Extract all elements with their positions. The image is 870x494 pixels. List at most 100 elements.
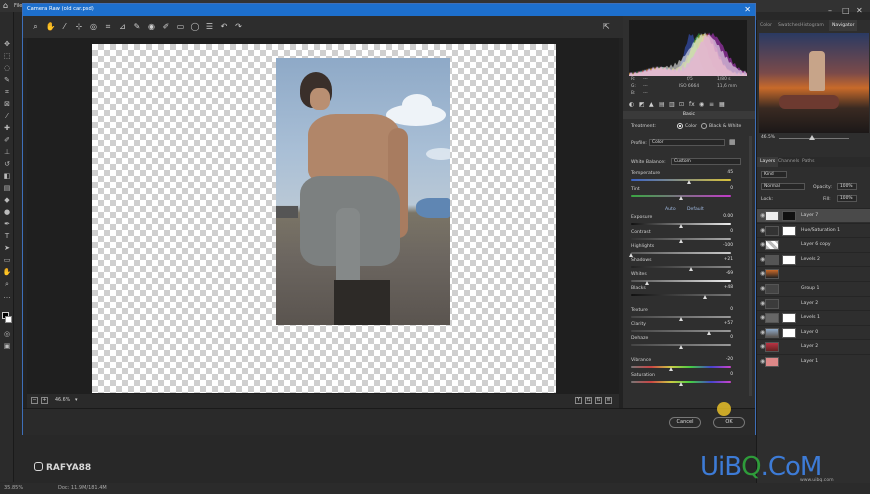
eyedropper-icon[interactable]: ⁄ [2, 112, 12, 121]
slider-thumb[interactable] [628, 253, 633, 257]
slider-thumb[interactable] [678, 239, 683, 243]
slider-thumb[interactable] [678, 224, 683, 228]
slider-thumb[interactable] [678, 196, 683, 200]
layer-row[interactable]: ◉ [757, 266, 870, 280]
zoom-icon[interactable]: ⌕ [31, 22, 40, 31]
quick-select-icon[interactable]: ✎ [2, 76, 12, 85]
clone-stamp-icon[interactable]: ⊥ [2, 148, 12, 157]
edit-toolbar-icon[interactable]: … [2, 292, 12, 301]
slider-track[interactable] [631, 252, 731, 254]
zoom-tool-icon[interactable]: ⌕ [2, 280, 12, 289]
presets-icon[interactable]: ≡ [709, 101, 714, 108]
basic-panel-icon[interactable]: ◐ [629, 101, 634, 108]
lens-corrections-icon[interactable]: ⊡ [679, 101, 684, 108]
slider-value[interactable]: 0 [715, 372, 733, 378]
hand-tool-icon[interactable]: ✋ [2, 268, 12, 277]
eraser-icon[interactable]: ◧ [2, 172, 12, 181]
healing-brush-icon[interactable]: ✚ [2, 124, 12, 133]
type-tool-icon[interactable]: T [2, 232, 12, 241]
toggle-settings-button[interactable]: ≡ [605, 397, 612, 404]
view-mode-button[interactable]: Y [575, 397, 582, 404]
layer-mask-thumbnail[interactable] [782, 211, 796, 221]
cancel-button[interactable]: Cancel [669, 417, 701, 428]
slider-thumb[interactable] [702, 295, 707, 299]
detail-icon[interactable]: ▲ [649, 101, 654, 108]
tab-color[interactable]: Color [757, 20, 775, 31]
zoom-in-button[interactable]: + [41, 397, 48, 404]
layer-row[interactable]: ◉ Group 1 [757, 281, 870, 295]
layer-row[interactable]: ◉ Levels 1 [757, 310, 870, 324]
filter-kind-dropdown[interactable]: Kind [761, 171, 787, 178]
slider-thumb[interactable] [678, 317, 683, 321]
close-icon[interactable]: ✕ [744, 5, 751, 15]
slider-track[interactable] [631, 294, 731, 296]
straighten-icon[interactable]: ⊿ [118, 22, 127, 31]
layer-mask-thumbnail[interactable] [782, 225, 796, 236]
pen-tool-icon[interactable]: ✒ [2, 220, 12, 229]
swap-settings-button[interactable]: ⇅ [595, 397, 602, 404]
effects-icon[interactable]: fx [689, 101, 695, 108]
layer-mask-thumbnail[interactable] [782, 313, 796, 324]
maximize-icon[interactable]: □ [842, 6, 850, 15]
opacity-value[interactable]: 100% [837, 183, 857, 190]
tab-histogram[interactable]: Histogram [797, 20, 827, 31]
snapshots-icon[interactable]: ▦ [719, 101, 725, 108]
slider-value[interactable]: -69 [715, 271, 733, 277]
quick-mask-icon[interactable]: ◎ [2, 330, 12, 339]
marquee-tool-icon[interactable]: ⬚ [2, 52, 12, 61]
layer-row[interactable]: ◉ Layer 0 [757, 324, 870, 339]
hand-icon[interactable]: ✋ [46, 22, 56, 31]
zoom-dropdown-icon[interactable]: ▾ [75, 397, 78, 403]
slider-thumb[interactable] [668, 367, 673, 371]
open-image-icon[interactable]: ⇱ [603, 22, 613, 31]
slider-value[interactable]: 0 [715, 229, 733, 235]
slider-thumb[interactable] [688, 267, 693, 271]
radial-filter-icon[interactable]: ◯ [191, 22, 200, 31]
home-icon[interactable]: ⌂ [3, 1, 8, 10]
slider-value[interactable]: 0 [715, 335, 733, 341]
slider-value[interactable]: -100 [715, 243, 733, 249]
shape-tool-icon[interactable]: ▭ [2, 256, 12, 265]
slider-value[interactable]: 0.00 [715, 214, 733, 220]
zoom-out-button[interactable]: − [31, 397, 38, 404]
panel-scrollbar[interactable] [749, 136, 752, 396]
nav-zoom-knob[interactable] [809, 135, 815, 140]
layer-row[interactable]: ◉ Hue/Saturation 1 [757, 222, 870, 237]
before-after-button[interactable]: ⇆ [585, 397, 592, 404]
red-eye-icon[interactable]: ◉ [147, 22, 156, 31]
slider-track[interactable] [631, 179, 731, 181]
split-toning-icon[interactable]: ▥ [669, 101, 675, 108]
path-select-icon[interactable]: ➤ [2, 244, 12, 253]
layer-mask-thumbnail[interactable] [782, 327, 796, 338]
crop-tool-icon[interactable]: ⌗ [2, 88, 12, 97]
screen-mode-icon[interactable]: ▣ [2, 342, 12, 351]
preferences-icon[interactable]: ☰ [205, 22, 214, 31]
slider-value[interactable]: 45 [715, 170, 733, 176]
tab-paths[interactable]: Paths [799, 157, 818, 167]
blur-tool-icon[interactable]: ◆ [2, 196, 12, 205]
history-brush-icon[interactable]: ↺ [2, 160, 12, 169]
default-button[interactable]: Default [687, 207, 704, 212]
treatment-bw-radio[interactable] [701, 123, 707, 129]
targeted-adjust-icon[interactable]: ◎ [89, 22, 98, 31]
lasso-tool-icon[interactable]: ◌ [2, 64, 12, 73]
white-balance-dropdown[interactable]: Custom [671, 158, 741, 165]
layer-row[interactable]: ◉ Layer 1 [757, 354, 870, 368]
auto-button[interactable]: Auto [665, 207, 676, 212]
slider-thumb[interactable] [678, 345, 683, 349]
layer-mask-thumbnail[interactable] [782, 254, 796, 265]
ok-button[interactable]: OK [713, 417, 745, 428]
profile-dropdown[interactable]: Color [649, 139, 725, 146]
move-tool-icon[interactable]: ✥ [2, 40, 12, 49]
layer-row[interactable]: ◉ Levels 2 [757, 251, 870, 266]
color-sampler-icon[interactable]: ⊹ [75, 22, 84, 31]
graduated-filter-icon[interactable]: ▭ [176, 22, 185, 31]
preview-area[interactable] [27, 38, 619, 394]
slider-value[interactable]: +21 [715, 257, 733, 263]
dodge-tool-icon[interactable]: ● [2, 208, 12, 217]
slider-thumb[interactable] [686, 180, 691, 184]
slider-value[interactable]: 0 [715, 186, 733, 192]
slider-value[interactable]: -20 [715, 357, 733, 363]
slider-value[interactable]: +48 [715, 285, 733, 291]
layer-row[interactable]: ◉ Layer 2 [757, 295, 870, 310]
